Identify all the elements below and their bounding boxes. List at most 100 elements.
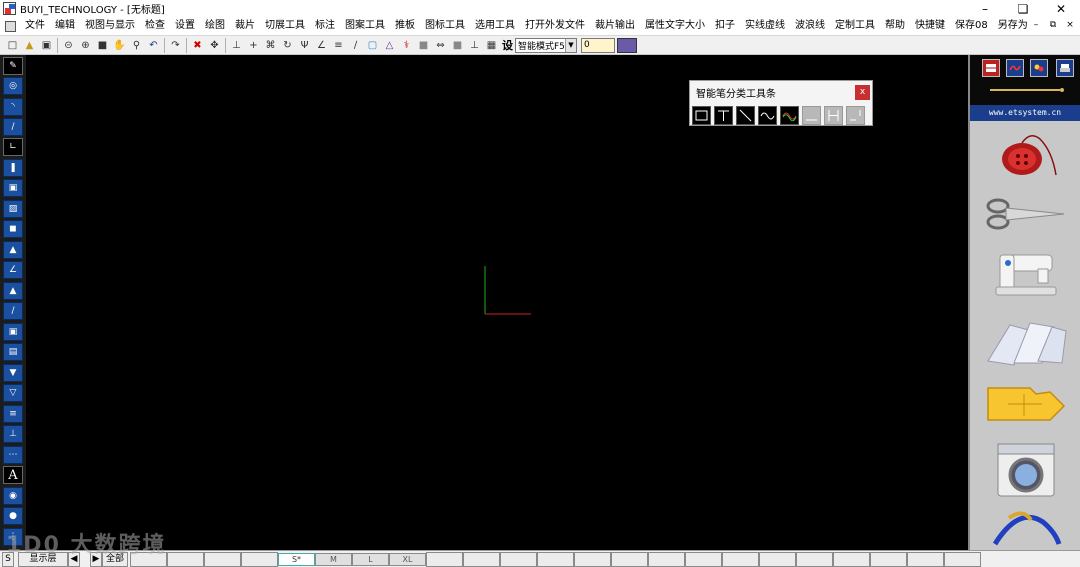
menu-edit[interactable]: 编辑 — [50, 17, 80, 35]
washing-machine-icon[interactable] — [984, 441, 1068, 499]
flag-icon[interactable] — [982, 59, 1000, 77]
stack-icon[interactable]: ▤ — [3, 343, 23, 361]
align-icon[interactable]: ⊥ — [228, 37, 245, 54]
pen-tool-icon[interactable]: ✎ — [3, 57, 23, 75]
zoom-window-icon[interactable]: ⚲ — [128, 37, 145, 54]
block-gray-icon[interactable]: ■ — [449, 37, 466, 54]
filled-square-icon[interactable]: ▨ — [3, 200, 23, 218]
text-tool-icon[interactable]: A — [3, 466, 23, 484]
marker-icon[interactable]: ◉ — [3, 487, 23, 505]
split-icon[interactable]: ❚ — [3, 159, 23, 177]
angle-icon[interactable]: ∠ — [313, 37, 330, 54]
number-input[interactable]: 0 — [581, 37, 615, 53]
menu-file[interactable]: 文件 — [20, 17, 50, 35]
menu-wave-line[interactable]: 波浪线 — [790, 17, 830, 35]
scissors-icon[interactable] — [984, 185, 1068, 243]
orange-box-icon[interactable]: ◼ — [3, 220, 23, 238]
minimize-icon[interactable]: – — [966, 0, 1004, 17]
palette-tool-icon[interactable] — [1030, 59, 1048, 77]
undo-icon[interactable]: ↶ — [145, 37, 162, 54]
menu-buttons[interactable]: 扣子 — [710, 17, 740, 35]
grid-snap-icon[interactable]: ⌘ — [262, 37, 279, 54]
square-icon[interactable]: ▣ — [3, 179, 23, 197]
menu-pattern-tools[interactable]: 图案工具 — [340, 17, 390, 35]
grid-icon[interactable]: ▦ — [483, 37, 500, 54]
line-icon[interactable]: ∕ — [3, 118, 23, 136]
baseline-icon[interactable]: ⊥ — [466, 37, 483, 54]
doc-restore-icon[interactable]: ⧉ — [1045, 19, 1061, 32]
steps-icon[interactable]: ≡ — [3, 405, 23, 423]
open-folder-icon[interactable]: ▲ — [21, 37, 38, 54]
doc-close-icon[interactable]: × — [1062, 19, 1078, 32]
fan-icon[interactable]: ▼ — [3, 364, 23, 382]
scale-icon[interactable]: ⚕ — [398, 37, 415, 54]
diagonal-line-icon[interactable] — [736, 106, 755, 125]
menu-settings[interactable]: 设置 — [170, 17, 200, 35]
menu-piece-output[interactable]: 裁片输出 — [590, 17, 640, 35]
baseline-tool-icon[interactable]: ⊥ — [3, 425, 23, 443]
sewing-machine-icon[interactable] — [984, 243, 1068, 301]
button-tool-icon[interactable]: ● — [3, 507, 23, 525]
fork-icon[interactable]: Ψ — [296, 37, 313, 54]
hanger-icon[interactable] — [984, 503, 1068, 549]
move-points-icon[interactable]: ✥ — [206, 37, 223, 54]
redo-icon[interactable]: ↷ — [167, 37, 184, 54]
drawing-canvas[interactable] — [26, 78, 968, 550]
menu-custom-tools[interactable]: 定制工具 — [830, 17, 880, 35]
zoom-out-icon[interactable]: ⊝ — [60, 37, 77, 54]
menu-icon-tools[interactable]: 图标工具 — [420, 17, 470, 35]
save-icon[interactable]: ▣ — [38, 37, 55, 54]
close-icon[interactable]: ✕ — [1042, 0, 1080, 17]
menu-check[interactable]: 检查 — [140, 17, 170, 35]
compass-icon[interactable]: ◎ — [3, 77, 23, 95]
rectangle-tool-icon[interactable] — [692, 106, 711, 125]
menu-dimension[interactable]: 标注 — [310, 17, 340, 35]
crosshair-icon[interactable]: + — [245, 37, 262, 54]
h-tool-icon[interactable] — [824, 106, 843, 125]
zoom-fit-icon[interactable]: ■ — [94, 37, 111, 54]
settings-label[interactable]: 设 — [502, 37, 513, 53]
button-thread-icon[interactable] — [984, 125, 1068, 183]
palette-icon[interactable] — [617, 37, 637, 53]
menu-shortcuts[interactable]: 快捷键 — [910, 17, 950, 35]
parallel-lines-icon[interactable]: ≡ — [330, 37, 347, 54]
rotate-icon[interactable]: ↻ — [279, 37, 296, 54]
maximize-icon[interactable]: ❏ — [1004, 0, 1042, 17]
triangle-icon[interactable]: △ — [381, 37, 398, 54]
fill-gray-icon[interactable]: ■ — [415, 37, 432, 54]
document-icon[interactable] — [5, 20, 16, 32]
hatch-icon[interactable]: ▢ — [364, 37, 381, 54]
color-wave-icon[interactable] — [780, 106, 799, 125]
dashed-lines-icon[interactable]: ⋯ — [3, 446, 23, 464]
size-m[interactable]: M — [315, 552, 352, 566]
pattern-piece-icon[interactable] — [984, 375, 1068, 433]
menu-solid-dashed[interactable]: 实线虚线 — [740, 17, 790, 35]
menu-save08[interactable]: 保存08 — [950, 17, 993, 35]
shape-icon[interactable]: ▲ — [3, 241, 23, 259]
save-piece-icon[interactable]: ▣ — [3, 323, 23, 341]
wave-chart-icon[interactable] — [1006, 59, 1024, 77]
menu-attr-text-size[interactable]: 属性文字大小 — [640, 17, 710, 35]
fabric-sheets-icon[interactable] — [984, 313, 1068, 371]
menu-help[interactable]: 帮助 — [880, 17, 910, 35]
corner-tool-icon[interactable] — [846, 106, 865, 125]
measure-angle-icon[interactable]: ∠ — [3, 261, 23, 279]
close-icon[interactable]: x — [855, 85, 870, 100]
new-file-icon[interactable]: □ — [4, 37, 21, 54]
menu-open-external[interactable]: 打开外发文件 — [520, 17, 590, 35]
menu-grading[interactable]: 推板 — [390, 17, 420, 35]
dart-icon[interactable]: ▲ — [3, 282, 23, 300]
zoom-in-icon[interactable]: ⊕ — [77, 37, 94, 54]
size-s[interactable]: S* — [278, 552, 315, 566]
line-tool-icon[interactable] — [802, 106, 821, 125]
mirror-icon[interactable]: ⇔ — [432, 37, 449, 54]
skew-icon[interactable]: ∕ — [347, 37, 364, 54]
menu-selection-tools[interactable]: 选用工具 — [470, 17, 520, 35]
slope-icon[interactable]: ∕ — [3, 302, 23, 320]
corner-l-icon[interactable]: ∟ — [3, 138, 23, 156]
size-l[interactable]: L — [352, 552, 389, 566]
printer-icon[interactable] — [1056, 59, 1074, 77]
size-xl[interactable]: XL — [389, 552, 426, 566]
pan-hand-icon[interactable]: ✋ — [111, 37, 128, 54]
menu-draw[interactable]: 绘图 — [200, 17, 230, 35]
